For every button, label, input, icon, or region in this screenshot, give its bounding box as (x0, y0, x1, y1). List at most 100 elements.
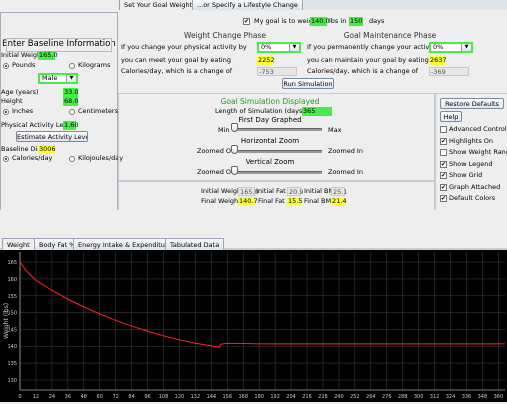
x-tick-label: 360 (494, 394, 504, 400)
age-label: Age (years) (1, 88, 39, 96)
option-checkbox[interactable]: ✔ (440, 172, 447, 179)
chevron-down-icon[interactable]: ▼ (461, 44, 471, 51)
x-tick-label: 228 (318, 394, 328, 400)
x-tick-label: 288 (398, 394, 408, 400)
option-checkbox[interactable]: ✔ (440, 160, 447, 168)
x-tick-label: 12 (33, 394, 39, 400)
calories-radio[interactable] (3, 156, 9, 162)
restore-defaults-button[interactable]: Restore Defaults (440, 98, 504, 109)
weight-series-line (19, 261, 505, 348)
x-tick-label: 240 (334, 394, 344, 400)
x-tick-label: 216 (302, 394, 312, 400)
x-tick-label: 48 (81, 394, 87, 400)
option-label: Graph Attached (449, 182, 501, 191)
tab-lifestyle-change[interactable]: ...or Specify a Lifestyle Change (192, 0, 303, 10)
graph-tab-weight[interactable]: Weight (2, 238, 35, 250)
x-tick-label: 264 (366, 394, 376, 400)
run-simulation-button[interactable]: Run Simulation (282, 78, 334, 89)
pal-input[interactable]: 1.60 (63, 121, 78, 130)
x-tick-label: 156 (223, 394, 233, 400)
wc-activity-select[interactable]: 0% ▼ (257, 42, 301, 53)
x-tick-label: 312 (430, 394, 440, 400)
wc-cal-label: Calories/day, which is a change of (121, 67, 233, 75)
x-tick-label: 204 (286, 394, 296, 400)
graph-tab-energy[interactable]: Energy Intake & Expenditure (73, 238, 177, 250)
x-tick-label: 144 (207, 394, 217, 400)
x-tick-label: 120 (175, 394, 185, 400)
x-tick-label: 60 (97, 394, 103, 400)
chevron-down-icon[interactable]: ▼ (66, 75, 76, 82)
goal-suffix: days (369, 17, 385, 25)
simulation-panel (118, 93, 435, 181)
estimate-activity-button[interactable]: Estimate Activity Level (16, 131, 88, 142)
goal-mid: lbs in (329, 17, 347, 25)
y-tick-label: 160 (7, 277, 17, 283)
option-checkbox[interactable]: ✔ (440, 183, 447, 191)
pounds-label: Pounds (12, 61, 36, 69)
kilograms-radio[interactable] (69, 63, 75, 69)
x-tick-label: 252 (350, 394, 360, 400)
baseline-title-frame (6, 38, 112, 52)
weight-change-title: Weight Change Phase (183, 31, 266, 40)
x-tick-label: 24 (49, 394, 55, 400)
wc-cal-value: -753 (257, 67, 297, 76)
graph-tab-tabulated[interactable]: Tabulated Data (165, 238, 225, 250)
x-tick-label: 36 (65, 394, 71, 400)
chevron-down-icon[interactable]: ▼ (289, 44, 299, 51)
option-checkbox[interactable] (440, 126, 447, 133)
x-tick-label: 336 (462, 394, 472, 400)
goal-checkbox[interactable]: ✔ (243, 18, 250, 25)
x-tick-label: 0 (18, 394, 21, 400)
option-checkbox[interactable]: ✔ (440, 137, 447, 145)
height-input[interactable]: 68.0 (63, 97, 78, 106)
calories-label: Calories/day (12, 154, 53, 162)
x-tick-label: 180 (254, 394, 264, 400)
y-axis-label: Weight (lbs) (3, 303, 10, 339)
x-tick-label: 96 (144, 394, 150, 400)
initial-weight-input[interactable]: 165.0 (38, 51, 58, 60)
sex-select[interactable]: Male ▼ (38, 73, 78, 84)
tab-set-goal-weight[interactable]: Set Your Goal Weight (119, 0, 198, 10)
x-tick-label: 84 (128, 394, 134, 400)
option-label: Advanced Controls (449, 125, 507, 133)
goal-days-input[interactable]: 150 (349, 17, 363, 26)
option-checkbox[interactable]: ✔ (440, 195, 447, 202)
x-tick-label: 192 (270, 394, 280, 400)
x-tick-label: 348 (478, 394, 488, 400)
gm-eat-label: you can maintain your goal by eating (307, 56, 429, 64)
baseline-diet-input[interactable]: 3006 (38, 145, 56, 154)
option-label: Highlights On (449, 136, 494, 145)
gm-eat-value: 2637 (429, 56, 447, 65)
x-tick-label: 300 (414, 394, 424, 400)
wc-eat-label: you can meet your goal by eating (121, 56, 231, 64)
centimeters-label: Centimeters (78, 107, 118, 115)
option-label: Default Colors (449, 194, 496, 202)
gm-cal-value: -369 (429, 67, 469, 76)
gm-activity-select[interactable]: 0% ▼ (429, 42, 473, 53)
inches-radio[interactable] (3, 109, 9, 115)
height-label: Height (1, 97, 23, 105)
x-tick-label: 324 (446, 394, 456, 400)
gm-activity-question: If you permanently change your activity … (307, 43, 448, 51)
goal-weight-input[interactable]: 140.0 (310, 17, 330, 26)
centimeters-radio[interactable] (69, 109, 75, 115)
summary-panel (118, 181, 435, 211)
y-tick-label: 130 (7, 378, 17, 384)
option-checkbox[interactable] (440, 149, 447, 156)
kilojoules-radio[interactable] (69, 156, 75, 162)
option-label: Show Legend (449, 159, 493, 168)
maintenance-title: Goal Maintenance Phase (343, 31, 437, 40)
wc-activity-question: If you change your physical activity by (121, 43, 247, 51)
kilograms-label: Kilograms (78, 61, 111, 69)
y-tick-label: 165 (7, 260, 17, 266)
pounds-radio[interactable] (3, 63, 9, 69)
weight-chart: 130 135 140 145 150 155 160 165 0 12 24 36 48 60 72 84 9… (0, 250, 507, 402)
x-tick-label: 108 (159, 394, 169, 400)
x-tick-label: 72 (112, 394, 118, 400)
kilojoules-label: Kilojoules/day (78, 154, 124, 162)
option-label: Show Grid (449, 171, 483, 179)
y-tick-label: 135 (7, 361, 17, 367)
y-tick-label: 140 (7, 344, 17, 350)
help-button[interactable]: Help (440, 111, 462, 122)
age-input[interactable]: 33.0 (63, 88, 78, 97)
